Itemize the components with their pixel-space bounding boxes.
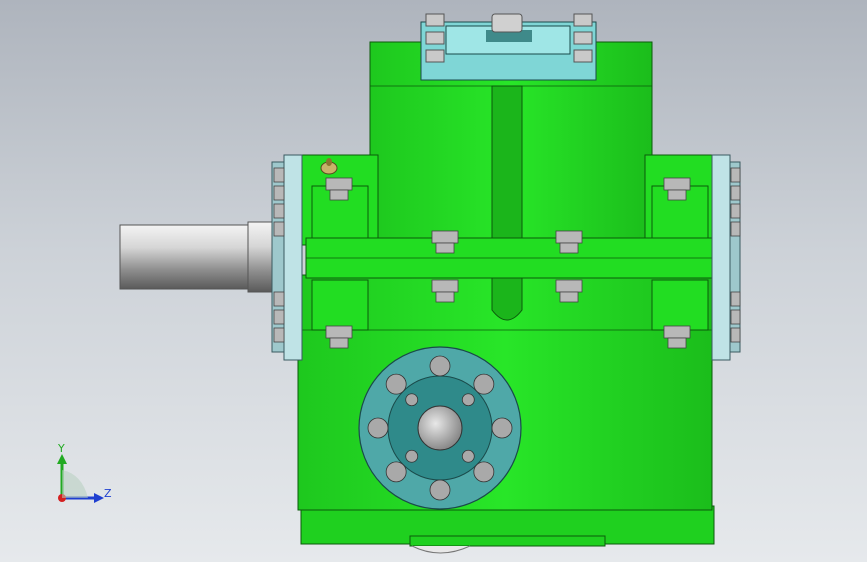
cap-bolt (730, 167, 741, 183)
bolt-thread (667, 337, 687, 349)
bolt-thread (435, 291, 455, 303)
cap-bolt (273, 185, 285, 201)
gearbox-model[interactable] (0, 0, 867, 562)
cap-bolt (273, 291, 285, 307)
triad-plane (62, 470, 88, 498)
flange-bolt (491, 417, 513, 439)
hex-nut (663, 177, 691, 191)
flange-bolt (367, 417, 389, 439)
flange-inner-bolt (405, 449, 419, 463)
hex-nut (555, 279, 583, 293)
coordinate-triad: Y Z (48, 440, 118, 510)
flange-bolt (429, 479, 451, 501)
bolt-thread (559, 291, 579, 303)
graphics-viewport[interactable]: Y Z (0, 0, 867, 562)
cap-bolt (273, 221, 285, 237)
cap-bolt (273, 309, 285, 325)
z-axis-label: Z (104, 487, 112, 500)
hex-nut (325, 177, 353, 191)
flange-bolt (473, 373, 495, 395)
cap-bolt (730, 203, 741, 219)
cap-bolt (273, 167, 285, 183)
housing-base (300, 505, 715, 554)
split-flange (305, 237, 717, 279)
flange-bolt (385, 373, 407, 395)
hex-nut (431, 230, 459, 244)
flange-bolt (473, 461, 495, 483)
hex-nut (431, 279, 459, 293)
cap-bolt (273, 327, 285, 343)
cap-bolt (730, 327, 741, 343)
bolt-thread (667, 189, 687, 201)
flange-inner-bolt (405, 393, 419, 407)
hex-nut (325, 325, 353, 339)
cap-bolt (730, 185, 741, 201)
cap-bolt (730, 291, 741, 307)
flange-inner-bolt (461, 449, 475, 463)
cap-bolt (730, 221, 741, 237)
bolt-thread (329, 189, 349, 201)
flange-bolt (385, 461, 407, 483)
flange-inner-bolt (461, 393, 475, 407)
y-axis-label: Y (58, 442, 65, 455)
z-axis-head (94, 493, 104, 503)
inspection-cover[interactable] (420, 13, 597, 81)
input-shaft[interactable] (119, 221, 279, 293)
hex-nut (663, 325, 691, 339)
bolt-thread (559, 242, 579, 254)
bolt-thread (329, 337, 349, 349)
hex-nut (555, 230, 583, 244)
y-axis-head (57, 454, 67, 464)
flange-bolt (429, 355, 451, 377)
cap-bolt (273, 203, 285, 219)
bolt-thread (435, 242, 455, 254)
cap-bolt (730, 309, 741, 325)
